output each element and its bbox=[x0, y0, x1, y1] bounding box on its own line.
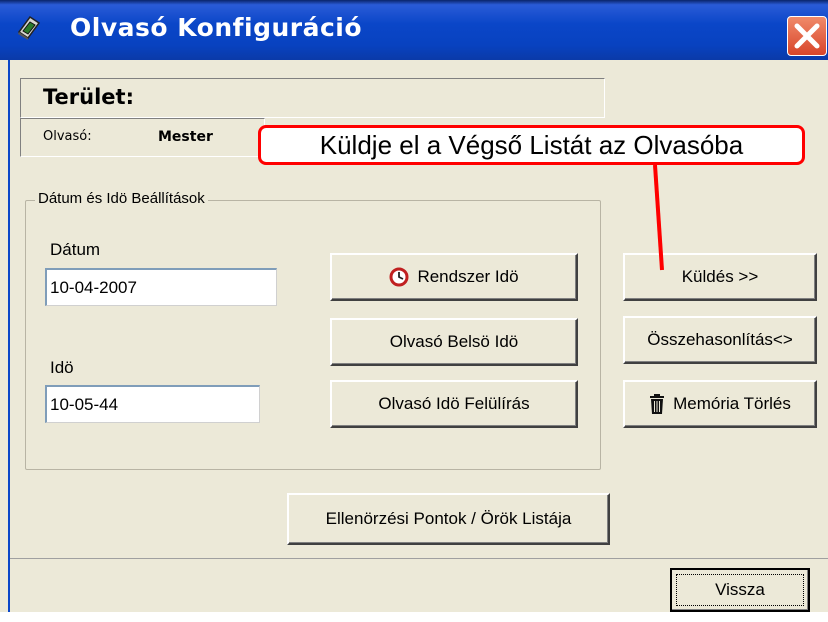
window-frame-left bbox=[8, 60, 10, 612]
area-panel: Terület: bbox=[20, 78, 605, 118]
close-button[interactable] bbox=[787, 16, 827, 56]
focus-rectangle bbox=[676, 574, 804, 606]
checkpoints-list-label: Ellenörzési Pontok / Örök Listája bbox=[325, 509, 572, 528]
send-button[interactable]: Küldés >> bbox=[623, 253, 817, 301]
clock-icon bbox=[389, 267, 409, 287]
datetime-group-title: Dátum és Idö Beállítások bbox=[35, 190, 208, 207]
bottom-divider bbox=[10, 558, 828, 559]
memory-clear-button[interactable]: Memória Törlés bbox=[623, 380, 817, 428]
send-label: Küldés >> bbox=[681, 267, 759, 286]
reader-label: Olvasó: bbox=[43, 129, 92, 144]
close-icon bbox=[794, 23, 820, 49]
system-time-label: Rendszer Idö bbox=[417, 267, 519, 286]
area-label: Terület: bbox=[43, 85, 134, 109]
time-field[interactable]: 10-05-44 bbox=[45, 385, 260, 423]
memory-clear-label: Memória Törlés bbox=[673, 394, 791, 413]
config-window: Olvasó Konfiguráció Terület: Olvasó: Mes… bbox=[0, 0, 828, 612]
date-label: Dátum bbox=[50, 240, 101, 259]
window-title: Olvasó Konfiguráció bbox=[70, 13, 363, 42]
compare-label: Összehasonlítás<> bbox=[647, 330, 793, 349]
reader-time-overwrite-label: Olvasó Idö Felülírás bbox=[378, 394, 530, 413]
back-button[interactable]: Vissza bbox=[670, 568, 810, 612]
trash-icon bbox=[650, 394, 665, 414]
time-label: Idö bbox=[50, 358, 74, 377]
title-bar[interactable]: Olvasó Konfiguráció bbox=[0, 0, 828, 60]
reader-panel: Olvasó: Mester bbox=[20, 118, 265, 157]
reader-value: Mester bbox=[158, 129, 213, 145]
reader-internal-time-label: Olvasó Belsö Idö bbox=[389, 332, 519, 351]
annotation-callout: Küldje el a Végső Listát az Olvasóba bbox=[258, 125, 805, 165]
date-field[interactable]: 10-04-2007 bbox=[45, 268, 277, 306]
system-time-button[interactable]: Rendszer Idö bbox=[330, 253, 578, 301]
reader-device-icon bbox=[17, 15, 41, 40]
reader-internal-time-button[interactable]: Olvasó Belsö Idö bbox=[330, 318, 578, 366]
compare-button[interactable]: Összehasonlítás<> bbox=[623, 316, 817, 364]
checkpoints-list-button[interactable]: Ellenörzési Pontok / Örök Listája bbox=[287, 493, 610, 545]
reader-time-overwrite-button[interactable]: Olvasó Idö Felülírás bbox=[330, 380, 578, 428]
